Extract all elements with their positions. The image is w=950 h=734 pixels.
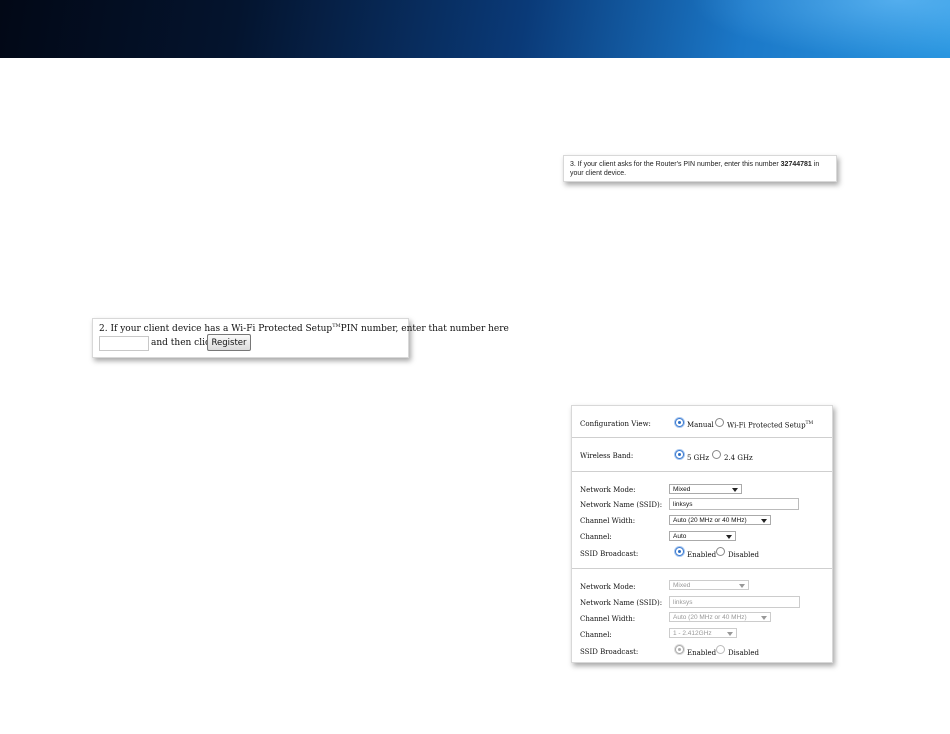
register-button[interactable]: Register [207, 334, 251, 351]
divider [572, 568, 832, 569]
chevron-down-icon [732, 488, 738, 492]
ssid-broadcast-label-5: SSID Broadcast: [580, 550, 639, 558]
channel-select-5[interactable]: Auto [669, 531, 736, 541]
wps-label: Wi-Fi Protected SetupTM [727, 421, 813, 429]
channel-width-label-24: Channel Width: [580, 615, 636, 623]
wps-pin-instruction: 2. If your client device has a Wi-Fi Pro… [99, 323, 509, 334]
band-24ghz-radio[interactable] [712, 450, 721, 459]
network-mode-label-5: Network Mode: [580, 486, 636, 494]
channel-value-24: 1 - 2.412GHz [673, 630, 712, 637]
channel-width-label-5: Channel Width: [580, 517, 636, 525]
wireless-settings-screenshot: Configuration View: Manual Wi-Fi Protect… [571, 405, 833, 663]
channel-value-5: Auto [673, 533, 687, 540]
chevron-down-icon [761, 616, 767, 620]
broadcast-enabled-radio-5[interactable] [675, 547, 684, 556]
broadcast-enabled-label-5: Enabled [687, 551, 717, 559]
router-pin-number: 32744781 [780, 161, 812, 168]
wps-radio[interactable] [715, 418, 724, 427]
channel-width-select-5[interactable]: Auto (20 MHz or 40 MHz) [669, 515, 771, 525]
broadcast-enabled-label-24: Enabled [687, 649, 717, 657]
band-5ghz-radio[interactable] [675, 450, 684, 459]
chevron-down-icon [726, 535, 732, 539]
wireless-band-label: Wireless Band: [580, 452, 634, 460]
header-banner [0, 0, 950, 58]
config-view-label: Configuration View: [580, 420, 651, 428]
ssid-label-24: Network Name (SSID): [580, 599, 663, 607]
divider [572, 471, 832, 472]
chevron-down-icon [727, 632, 733, 636]
channel-width-select-24[interactable]: Auto (20 MHz or 40 MHz) [669, 612, 771, 622]
network-mode-value-5: Mixed [673, 486, 691, 493]
network-mode-label-24: Network Mode: [580, 583, 636, 591]
broadcast-disabled-label-24: Disabled [728, 649, 759, 657]
band-5ghz-label: 5 GHz [687, 454, 710, 462]
channel-width-value-5: Auto (20 MHz or 40 MHz) [673, 517, 747, 524]
chevron-down-icon [739, 584, 745, 588]
divider [572, 437, 832, 438]
ssid-input-5[interactable]: linksys [669, 498, 799, 510]
network-mode-value-24: Mixed [673, 582, 691, 589]
network-mode-select-5[interactable]: Mixed [669, 484, 742, 494]
channel-width-value-24: Auto (20 MHz or 40 MHz) [673, 614, 747, 621]
banner-glow [690, 0, 950, 58]
chevron-down-icon [761, 519, 767, 523]
broadcast-disabled-label-5: Disabled [728, 551, 759, 559]
router-pin-prefix: 3. If your client asks for the Router's … [570, 161, 781, 168]
network-mode-select-24[interactable]: Mixed [669, 580, 749, 590]
channel-label-5: Channel: [580, 533, 612, 541]
wps-pin-screenshot: 2. If your client device has a Wi-Fi Pro… [92, 318, 509, 358]
manual-radio[interactable] [675, 418, 684, 427]
wps-tm-mark: TM [805, 421, 814, 426]
client-pin-input[interactable] [99, 336, 149, 351]
band-24ghz-label: 2.4 GHz [724, 454, 753, 462]
broadcast-disabled-radio-24[interactable] [716, 645, 725, 654]
manual-label: Manual [687, 421, 714, 429]
instruction-prefix: 2. If your client device has a Wi-Fi Pro… [99, 324, 333, 334]
broadcast-disabled-radio-5[interactable] [716, 547, 725, 556]
broadcast-enabled-radio-24[interactable] [675, 645, 684, 654]
trademark-mark: TM [332, 323, 341, 329]
ssid-label-5: Network Name (SSID): [580, 501, 663, 509]
router-pin-instruction: 3. If your client asks for the Router's … [570, 160, 834, 178]
channel-select-24[interactable]: 1 - 2.412GHz [669, 628, 737, 638]
ssid-input-24[interactable]: linksys [669, 596, 800, 608]
wps-label-text: Wi-Fi Protected Setup [727, 421, 806, 430]
channel-label-24: Channel: [580, 631, 612, 639]
router-pin-screenshot: 3. If your client asks for the Router's … [563, 155, 837, 182]
ssid-broadcast-label-24: SSID Broadcast: [580, 648, 639, 656]
instruction-suffix: PIN number, enter that number here [340, 324, 509, 334]
then-click-text: and then click [151, 338, 216, 348]
